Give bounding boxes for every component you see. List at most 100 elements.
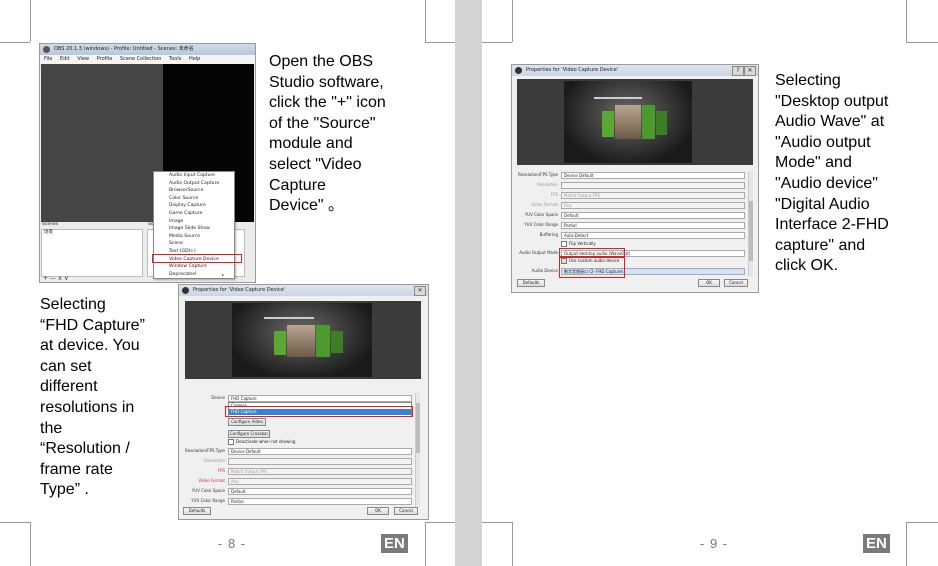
color-range-row: YUV Color Range — [179, 498, 225, 504]
flip-vertically-label: Flip Vertically — [569, 241, 596, 246]
menu-item-scene[interactable]: Scene — [154, 240, 234, 248]
properties-dialog-audio-screenshot: Properties for 'Video Capture Device' ? … — [511, 64, 759, 293]
crop-mark — [30, 522, 31, 566]
menu-item-media-source[interactable]: Media Source — [154, 233, 234, 241]
cancel-button[interactable]: Cancel — [394, 507, 418, 515]
configure-crossbar-button[interactable]: Configure Crossbar — [228, 430, 270, 438]
obs-app-icon — [43, 46, 50, 53]
video-format-select[interactable]: Any — [228, 478, 412, 485]
crop-mark — [425, 522, 455, 523]
crop-mark — [906, 42, 938, 43]
color-space-row: YUV Color Space — [179, 488, 225, 494]
checkbox-icon — [228, 439, 234, 445]
resolution-field[interactable] — [561, 182, 745, 189]
scenes-header: Scenes — [42, 222, 59, 227]
fps-row: FPS — [512, 192, 558, 198]
audio-device-row: Audio Device — [512, 268, 558, 274]
menu-item-image-slide-show[interactable]: Image Slide Show — [154, 225, 234, 233]
video-format-select[interactable]: Any — [561, 202, 745, 209]
dialog-title: Properties for 'Video Capture Device' — [526, 67, 619, 73]
scene-dock-controls[interactable]: + — ∧ ∨ — [43, 276, 69, 282]
resolution-field[interactable] — [228, 458, 412, 465]
page-number: - 8 - — [218, 536, 247, 551]
device-preview — [185, 301, 421, 379]
menu-profile[interactable]: Profile — [97, 56, 113, 62]
close-icon[interactable]: ✕ — [744, 66, 756, 76]
crop-mark — [30, 0, 31, 42]
fps-label: FPS — [550, 192, 558, 197]
highlight-fhd-capture — [225, 406, 413, 417]
highlight-audio-device — [559, 256, 625, 278]
obs-main-window-screenshot: OBS 20.1.3 (windows) - Profile: Untitled… — [39, 43, 256, 283]
defaults-button[interactable]: Defaults — [183, 507, 211, 515]
configure-video-button[interactable]: Configure Video — [228, 418, 266, 426]
resolution-row: Resolution/FPS Type — [179, 448, 225, 454]
menu-item-display-capture[interactable]: Display Capture — [154, 202, 234, 210]
crop-mark — [906, 522, 938, 523]
fps-row: FPS — [179, 468, 225, 474]
device-preview — [517, 79, 753, 165]
preview-tile — [642, 105, 655, 139]
resolution-label: Resolution — [537, 182, 558, 187]
page-number: - 9 - — [700, 536, 729, 551]
page-gutter — [455, 0, 482, 566]
ok-button[interactable]: OK — [367, 507, 389, 515]
close-icon[interactable]: ✕ — [414, 286, 426, 296]
menu-tools[interactable]: Tools — [169, 56, 181, 62]
properties-dialog-device-screenshot: Properties for 'Video Capture Device' ✕ … — [178, 284, 429, 520]
buffering-select[interactable]: Auto-Detect — [561, 232, 745, 239]
properties-scrollbar[interactable] — [748, 171, 753, 276]
preview-menu-text — [264, 317, 314, 319]
scenes-list[interactable]: 场景 — [41, 229, 143, 277]
device-row: Device — [179, 395, 225, 401]
color-space-select[interactable]: Default — [228, 488, 412, 495]
obs-app-icon — [515, 67, 522, 74]
res-row: Resolution — [512, 182, 558, 188]
menu-file[interactable]: File — [44, 56, 52, 62]
crop-mark — [906, 0, 907, 42]
cancel-button[interactable]: Cancel — [724, 279, 748, 287]
deactivate-checkbox[interactable]: Deactivate when not showing — [228, 439, 295, 445]
fps-select[interactable]: Match Output FPS — [228, 468, 412, 475]
defaults-button[interactable]: Defaults — [517, 279, 545, 287]
fps-select[interactable]: Match Output FPS — [561, 192, 745, 199]
device-label: Device — [211, 395, 225, 400]
menu-item-window-capture[interactable]: Window Capture — [154, 263, 234, 271]
preview-tile — [602, 111, 614, 137]
scrollbar-thumb[interactable] — [416, 403, 420, 453]
language-badge: EN — [863, 534, 890, 553]
menu-view[interactable]: View — [77, 56, 89, 62]
resolution-type-select[interactable]: Device Default — [228, 448, 412, 455]
properties-scrollbar[interactable] — [415, 393, 420, 507]
resolution-type-select[interactable]: Device Default — [561, 172, 745, 179]
crop-mark — [512, 0, 513, 42]
scene-item[interactable]: 场景 — [42, 230, 142, 236]
menu-item-color-source[interactable]: Color Source — [154, 195, 234, 203]
buffering-label: Buffering — [539, 232, 558, 237]
menu-item-game-capture[interactable]: Game Capture — [154, 210, 234, 218]
audio-mode-row: Audio Output Mode — [512, 250, 558, 256]
color-range-select[interactable]: Partial — [228, 498, 412, 505]
preview-tile — [287, 325, 315, 357]
page-9: Properties for 'Video Capture Device' ? … — [482, 0, 938, 566]
color-range-select[interactable]: Partial — [561, 222, 745, 229]
flip-vertically-checkbox[interactable]: Flip Vertically — [561, 241, 596, 247]
capture-preview-image — [232, 303, 372, 377]
menu-item-audio-output-capture[interactable]: Audio Output Capture — [154, 180, 234, 188]
menu-edit[interactable]: Edit — [60, 56, 70, 62]
color-space-label: YUV Color Space — [524, 212, 558, 217]
menu-item-browser-source[interactable]: BrowserSource — [154, 187, 234, 195]
language-badge: EN — [381, 534, 408, 553]
color-space-select[interactable]: Default — [561, 212, 745, 219]
menu-item-audio-input-capture[interactable]: Audio Input Capture — [154, 172, 234, 180]
menu-item-image[interactable]: Image — [154, 218, 234, 226]
menu-scene-collection[interactable]: Scene Collection — [120, 56, 162, 62]
crop-mark — [482, 522, 512, 523]
menu-help[interactable]: Help — [189, 56, 200, 62]
ok-button[interactable]: OK — [698, 279, 720, 287]
scrollbar-thumb[interactable] — [749, 201, 753, 261]
audio-device-label: Audio Device — [531, 268, 558, 273]
help-icon[interactable]: ? — [732, 66, 744, 76]
buffering-row: Buffering — [512, 232, 558, 238]
device-select[interactable]: FHD Capture — [228, 395, 412, 402]
